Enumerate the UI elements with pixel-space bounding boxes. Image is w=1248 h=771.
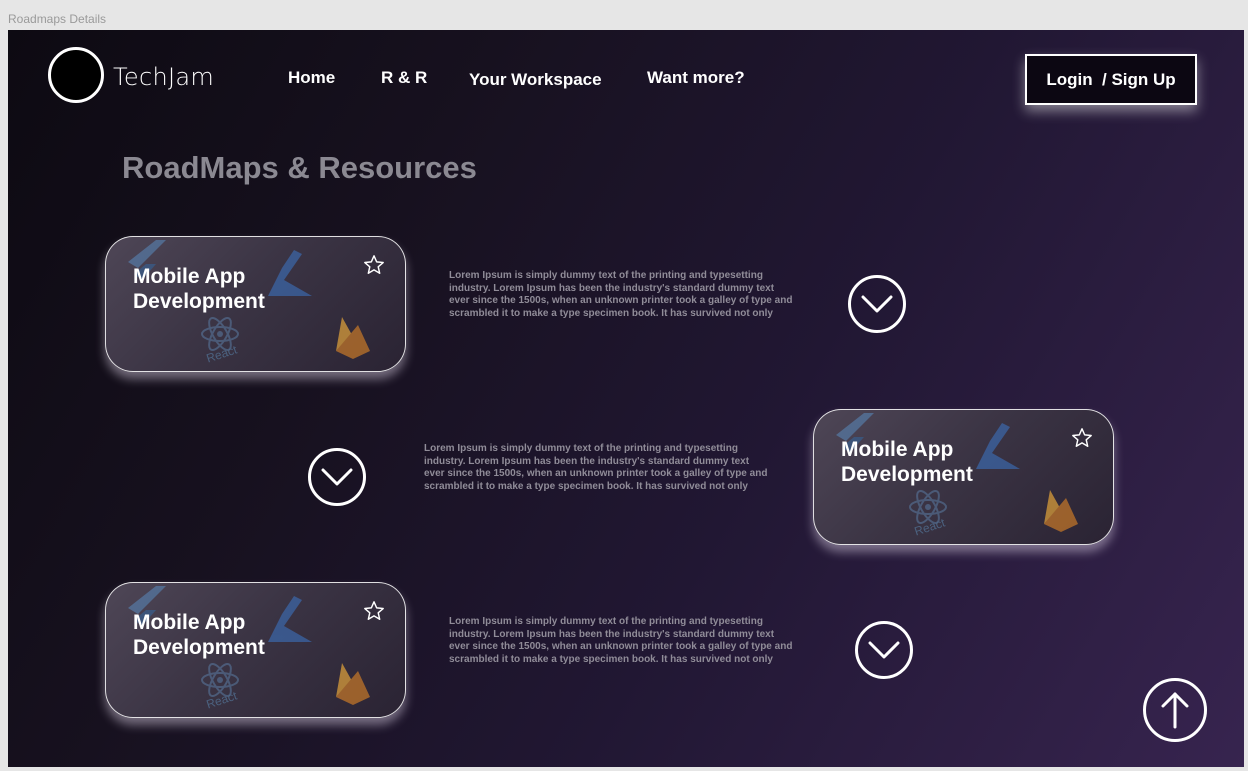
logo-icon[interactable] <box>48 47 104 103</box>
star-outline-icon[interactable] <box>1071 427 1093 449</box>
roadmap-description: Lorem Ipsum is simply dummy text of the … <box>449 270 793 319</box>
star-outline-icon[interactable] <box>363 254 385 276</box>
roadmap-title: Mobile App Development <box>133 265 265 313</box>
kotlin-logo-icon <box>976 423 1020 469</box>
expand-button[interactable] <box>855 621 913 679</box>
roadmap-card[interactable]: React Mobile App Development <box>105 236 406 372</box>
arrow-up-icon <box>1161 692 1189 729</box>
kotlin-logo-icon <box>268 250 312 296</box>
nav-home[interactable]: Home <box>288 68 335 88</box>
nav-want-more[interactable]: Want more? <box>647 68 745 88</box>
brand-name[interactable]: TechJam <box>113 63 214 91</box>
expand-button[interactable] <box>308 448 366 506</box>
roadmaps-page: TechJam Home R & R Your Workspace Want m… <box>8 30 1244 767</box>
nav-your-workspace[interactable]: Your Workspace <box>469 70 602 90</box>
chevron-down-icon <box>861 295 893 313</box>
login-signup-button[interactable]: Login / Sign Up <box>1025 54 1197 105</box>
firebase-logo-icon <box>1044 490 1078 532</box>
chevron-down-icon <box>868 641 900 659</box>
roadmap-description: Lorem Ipsum is simply dummy text of the … <box>449 616 793 665</box>
roadmap-title: Mobile App Development <box>133 611 265 659</box>
roadmap-card[interactable]: React Mobile App Development <box>105 582 406 718</box>
star-outline-icon[interactable] <box>363 600 385 622</box>
roadmap-card[interactable]: React Mobile App Development <box>813 409 1114 545</box>
chevron-down-icon <box>321 468 353 486</box>
roadmap-description: Lorem Ipsum is simply dummy text of the … <box>424 443 768 492</box>
roadmap-title: Mobile App Development <box>841 438 973 486</box>
nav-roadmaps-resources[interactable]: R & R <box>381 68 427 88</box>
scroll-to-top-button[interactable] <box>1143 678 1207 742</box>
kotlin-logo-icon <box>268 596 312 642</box>
firebase-logo-icon <box>336 663 370 705</box>
page-title: RoadMaps & Resources <box>122 150 477 185</box>
firebase-logo-icon <box>336 317 370 359</box>
frame-label: Roadmaps Details <box>8 12 107 26</box>
expand-button[interactable] <box>848 275 906 333</box>
